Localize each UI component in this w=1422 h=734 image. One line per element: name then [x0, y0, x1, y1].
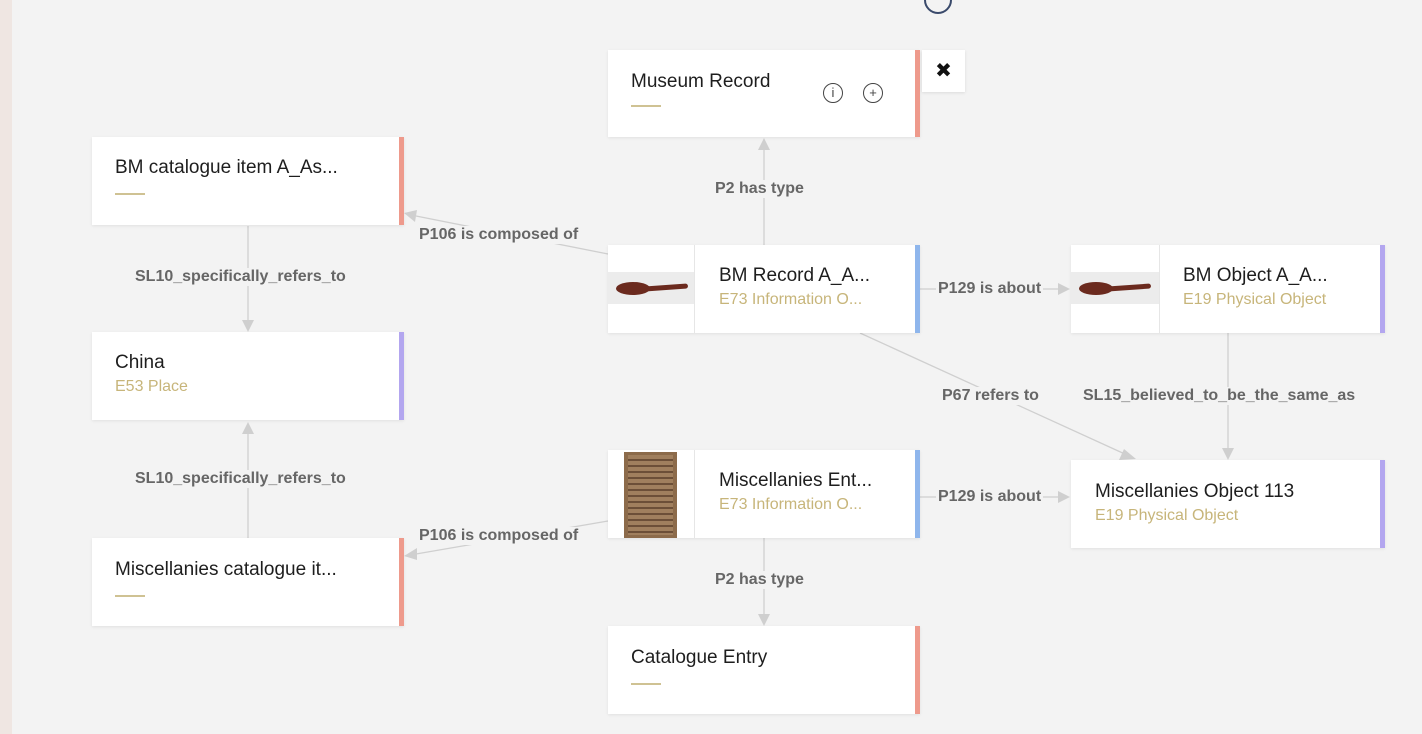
node-underline [115, 193, 145, 195]
close-button[interactable]: ✖ [922, 50, 965, 92]
node-title: Catalogue Entry [631, 647, 768, 668]
node-type-bar [915, 50, 920, 137]
node-type-bar [399, 137, 404, 225]
edge-label-p106-top: P106 is composed of [417, 226, 581, 244]
node-type-bar [915, 450, 920, 538]
edge-label-p67: P67 refers to [940, 387, 1041, 405]
node-title: China [115, 352, 165, 373]
node-china[interactable]: China E53 Place [92, 332, 404, 420]
node-underline [631, 683, 661, 685]
node-type: E53 Place [115, 378, 188, 395]
node-title: Miscellanies Object 113 [1095, 481, 1295, 502]
node-museum-record[interactable]: Museum Record i + [608, 50, 920, 137]
node-bm-object[interactable]: BM Object A_A... E19 Physical Object [1071, 245, 1385, 333]
node-underline [631, 105, 661, 107]
edge-label-p129-top: P129 is about [936, 280, 1044, 298]
node-underline [115, 595, 145, 597]
node-miscellanies-object-113[interactable]: Miscellanies Object 113 E19 Physical Obj… [1071, 460, 1385, 548]
edge-label-sl10-bottom: SL10_specifically_refers_to [133, 470, 348, 488]
edge-label-p129-bottom: P129 is about [936, 488, 1044, 506]
edge-label-p106-bottom: P106 is composed of [417, 527, 581, 545]
node-title: Miscellanies Ent... [719, 470, 873, 491]
node-miscellanies-catalogue-item[interactable]: Miscellanies catalogue it... [92, 538, 404, 626]
edge-label-p2-top: P2 has type [713, 180, 806, 198]
node-type-bar [915, 626, 920, 714]
node-title: BM Object A_A... [1183, 265, 1328, 286]
thumbnail-image [1071, 245, 1160, 333]
node-type: E19 Physical Object [1095, 507, 1239, 524]
node-bm-record[interactable]: BM Record A_A... E73 Information O... [608, 245, 920, 333]
node-bm-catalogue-item[interactable]: BM catalogue item A_As... [92, 137, 404, 225]
node-type: E19 Physical Object [1183, 291, 1327, 308]
node-type-bar [1380, 460, 1385, 548]
info-icon[interactable]: i [823, 83, 843, 103]
node-catalogue-entry[interactable]: Catalogue Entry [608, 626, 920, 714]
node-title: Miscellanies catalogue it... [115, 559, 337, 580]
node-type-bar [1380, 245, 1385, 333]
node-type-bar [915, 245, 920, 333]
edge-label-sl10-top: SL10_specifically_refers_to [133, 268, 348, 286]
edge-label-sl15: SL15_believed_to_be_the_same_as [1081, 387, 1358, 405]
thumbnail-image [608, 245, 695, 333]
node-title: BM Record A_A... [719, 265, 871, 286]
node-type: E73 Information O... [719, 291, 863, 308]
edge-label-p2-bottom: P2 has type [713, 571, 806, 589]
node-title: Museum Record [631, 71, 771, 92]
node-type: E73 Information O... [719, 496, 863, 513]
node-miscellanies-entry[interactable]: Miscellanies Ent... E73 Information O... [608, 450, 920, 538]
node-type-bar [399, 538, 404, 626]
node-type-bar [399, 332, 404, 420]
spoon-handle [1106, 283, 1152, 292]
thumbnail-image [608, 450, 695, 538]
plus-circle-icon[interactable]: + [863, 83, 883, 103]
spoon-handle [643, 283, 689, 292]
node-title: BM catalogue item A_As... [115, 157, 338, 178]
manuscript-page [624, 452, 677, 538]
